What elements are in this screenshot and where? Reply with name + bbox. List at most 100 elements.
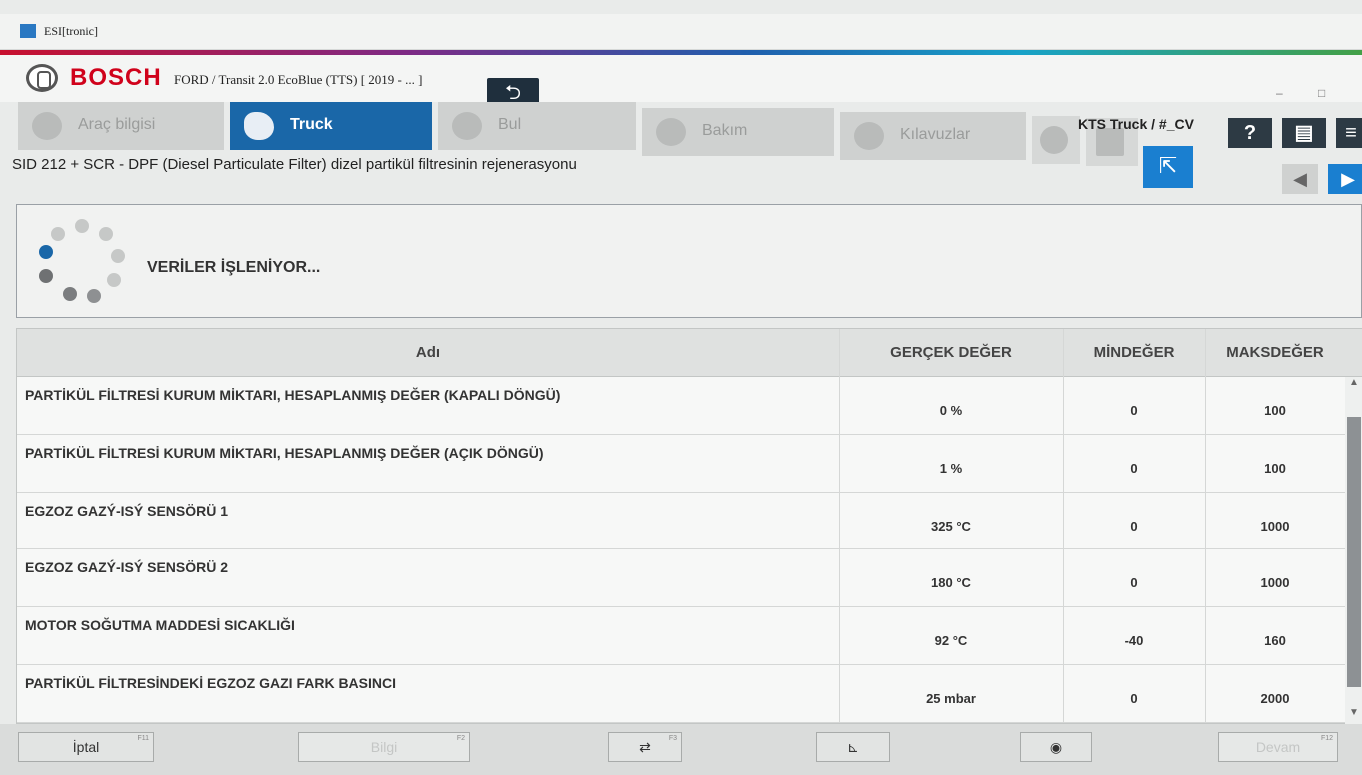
- row-max-value: 100: [1264, 461, 1286, 476]
- loading-spinner-icon: [37, 219, 127, 307]
- table-scrollbar[interactable]: ▲ ▼: [1345, 377, 1362, 725]
- app-window: ESI[tronic] BOSCH FORD / Transit 2.0 Eco…: [0, 0, 1362, 775]
- row-min-value: 0: [1130, 691, 1138, 706]
- function-key-label: F2: [456, 735, 465, 742]
- user-label: KTS Truck / #_CV: [1078, 116, 1194, 132]
- car-info-icon: [32, 112, 62, 140]
- breadcrumb: SID 212 + SCR - DPF (Diesel Particulate …: [12, 156, 577, 173]
- row-min-value: 0: [1130, 403, 1138, 418]
- truck-icon: [244, 112, 274, 140]
- status-panel: VERİLER İŞLENİYOR...: [16, 204, 1362, 318]
- tab-lightning[interactable]: [1032, 116, 1080, 164]
- wrench-icon: [854, 122, 884, 150]
- row-max-value: 1000: [1260, 575, 1290, 590]
- previous-button[interactable]: ◀: [1282, 164, 1318, 194]
- brand-name: BOSCH: [70, 64, 162, 91]
- spinner-dot: [75, 219, 89, 233]
- status-text: VERİLER İŞLENİYOR...: [147, 259, 321, 276]
- cancel-label: İptal: [72, 739, 100, 755]
- gauge-button[interactable]: ◉: [1020, 732, 1092, 762]
- table-header: Adı GERÇEK DEĞER MİNDEĞER MAKSDEĞER: [17, 329, 1362, 377]
- table-row[interactable]: PARTİKÜL FİLTRESİ KURUM MİKTARI, HESAPLA…: [17, 377, 1347, 435]
- external-link-icon: ⇱: [1158, 153, 1178, 178]
- graph-icon: ⊾: [847, 739, 859, 755]
- row-min-value: 0: [1130, 461, 1138, 476]
- title-bar: ESI[tronic]: [0, 14, 1362, 50]
- swap-arrows-button[interactable]: ⇄ F3: [608, 732, 682, 762]
- gears-icon: [656, 118, 686, 146]
- scroll-down-icon[interactable]: ▼: [1349, 707, 1359, 718]
- window-title: ESI[tronic]: [44, 24, 98, 38]
- tab-truck[interactable]: Truck: [230, 102, 432, 150]
- gauge-icon: ◉: [1049, 739, 1063, 755]
- bosch-logo-icon: [26, 64, 58, 92]
- function-key-label: F3: [668, 735, 677, 742]
- spinner-dot: [39, 245, 53, 259]
- list-icon: ≡: [1345, 122, 1357, 144]
- external-link-button[interactable]: ⇱: [1143, 146, 1193, 188]
- table-row[interactable]: PARTİKÜL FİLTRESİ KURUM MİKTARI, HESAPLA…: [17, 435, 1347, 493]
- row-name: PARTİKÜL FİLTRESİ KURUM MİKTARI, HESAPLA…: [25, 387, 561, 403]
- column-header-max[interactable]: MAKSDEĞER: [1205, 329, 1345, 377]
- brand-bar: BOSCH FORD / Transit 2.0 EcoBlue (TTS) […: [0, 50, 1362, 110]
- table-row[interactable]: EGZOZ GAZÝ-ISÝ SENSÖRÜ 1 325 °C 0 1000: [17, 493, 1347, 549]
- footer-bar: İptal F11 Bilgi F2 ⇄ F3 ⊾ ◉ Devam F12: [0, 724, 1362, 775]
- info-button[interactable]: Bilgi F2: [298, 732, 470, 762]
- row-min-value: -40: [1124, 633, 1144, 648]
- column-divider: [839, 329, 840, 723]
- row-name: EGZOZ GAZÝ-ISÝ SENSÖRÜ 1: [25, 503, 229, 519]
- minimize-button[interactable]: –: [1276, 86, 1283, 100]
- row-max-value: 2000: [1260, 691, 1290, 706]
- swap-arrows-icon: ⇄: [639, 739, 651, 755]
- printer-icon: ▤: [1294, 122, 1314, 144]
- row-actual-value: 92 °C: [934, 633, 968, 648]
- info-label: Bilgi: [370, 739, 398, 755]
- continue-label: Devam: [1255, 739, 1301, 755]
- spinner-dot: [39, 269, 53, 283]
- graph-button[interactable]: ⊾: [816, 732, 890, 762]
- menu-button[interactable]: ≡: [1336, 118, 1362, 148]
- spinner-dot: [87, 289, 101, 303]
- lightning-icon: [1040, 126, 1068, 154]
- column-header-actual[interactable]: GERÇEK DEĞER: [839, 329, 1063, 377]
- scroll-thumb[interactable]: [1347, 417, 1361, 687]
- restore-button[interactable]: □: [1318, 86, 1325, 100]
- brand-stripe: [0, 50, 1362, 55]
- row-name: PARTİKÜL FİLTRESİ KURUM MİKTARI, HESAPLA…: [25, 445, 544, 461]
- help-button[interactable]: ?: [1228, 118, 1272, 148]
- book-icon: [1096, 128, 1124, 156]
- row-name: EGZOZ GAZÝ-ISÝ SENSÖRÜ 2: [25, 559, 229, 575]
- search-icon: [452, 112, 482, 140]
- continue-button[interactable]: Devam F12: [1218, 732, 1338, 762]
- column-divider: [1063, 329, 1064, 723]
- table-row[interactable]: EGZOZ GAZÝ-ISÝ SENSÖRÜ 2 180 °C 0 1000: [17, 549, 1347, 607]
- row-actual-value: 325 °C: [931, 519, 971, 534]
- row-actual-value: 0 %: [939, 403, 963, 418]
- row-actual-value: 1 %: [939, 461, 963, 476]
- row-min-value: 0: [1130, 575, 1138, 590]
- next-button[interactable]: ▶: [1328, 164, 1362, 194]
- cancel-button[interactable]: İptal F11: [18, 732, 154, 762]
- tab-arac-bilgisi[interactable]: Araç bilgisi: [18, 102, 224, 150]
- tab-bakim[interactable]: Bakım: [642, 108, 834, 156]
- column-header-name[interactable]: Adı: [17, 329, 839, 377]
- column-divider: [1205, 329, 1206, 723]
- table-row[interactable]: PARTİKÜL FİLTRESİNDEKİ EGZOZ GAZI FARK B…: [17, 665, 1347, 723]
- row-actual-value: 180 °C: [931, 575, 971, 590]
- print-button[interactable]: ▤: [1282, 118, 1326, 148]
- spinner-dot: [51, 227, 65, 241]
- row-max-value: 160: [1264, 633, 1286, 648]
- scroll-up-icon[interactable]: ▲: [1349, 377, 1359, 388]
- undo-arrow-icon: ⮌: [504, 82, 522, 104]
- vehicle-label: FORD / Transit 2.0 EcoBlue (TTS) [ 2019 …: [174, 72, 423, 87]
- tab-bul[interactable]: Bul: [438, 102, 636, 150]
- row-max-value: 1000: [1260, 519, 1290, 534]
- function-key-label: F11: [137, 735, 149, 742]
- column-header-min[interactable]: MİNDEĞER: [1063, 329, 1205, 377]
- values-table: Adı GERÇEK DEĞER MİNDEĞER MAKSDEĞER PART…: [16, 328, 1362, 725]
- tab-kilavuzlar[interactable]: Kılavuzlar: [840, 112, 1026, 160]
- table-row[interactable]: MOTOR SOĞUTMA MADDESİ SICAKLIĞI 92 °C -4…: [17, 607, 1347, 665]
- row-max-value: 100: [1264, 403, 1286, 418]
- row-name: MOTOR SOĞUTMA MADDESİ SICAKLIĞI: [25, 617, 295, 633]
- spinner-dot: [107, 273, 121, 287]
